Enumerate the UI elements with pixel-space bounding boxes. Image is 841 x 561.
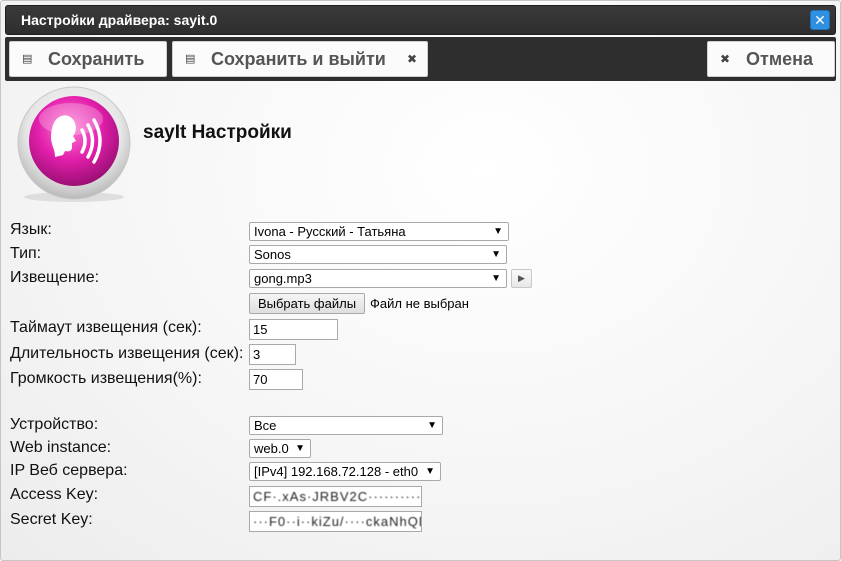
save-and-exit-button-label: Сохранить и выйти [211, 49, 386, 69]
dropdown-arrow-icon: ▼ [491, 249, 501, 260]
floppy-icon: ▤ [22, 53, 33, 65]
access-key-label: Access Key: [10, 486, 99, 503]
secret-key-label: Secret Key: [10, 511, 93, 528]
announce-label: Извещение: [10, 269, 100, 286]
type-select-value: Sonos [254, 247, 291, 262]
announce-duration-input[interactable]: 3 [249, 344, 296, 365]
type-select[interactable]: Sonos ▼ [249, 245, 507, 264]
type-label: Тип: [10, 245, 42, 262]
secret-key-value: ···F0··i··kiZu/····ckaNhQDD! [253, 514, 421, 529]
web-instance-select[interactable]: web.0 ▼ [249, 439, 311, 458]
language-select[interactable]: Ivona - Русский - Татьяна ▼ [249, 222, 509, 241]
announce-select-value: gong.mp3 [254, 271, 312, 286]
announce-duration-label: Длительность извещения (сек): [10, 345, 244, 362]
cancel-button-label: Отмена [746, 49, 814, 69]
save-button[interactable]: ▤ Сохранить [9, 41, 167, 77]
toolbar: ▤ Сохранить ▤ Сохранить и выйти ✖ ✖ Отме… [5, 37, 836, 81]
dropdown-arrow-icon: ▼ [295, 443, 305, 454]
language-label: Язык: [10, 221, 52, 238]
close-icon: ✕ [814, 12, 826, 28]
cancel-button[interactable]: ✖ Отмена [707, 41, 835, 77]
web-server-ip-label: IP Веб сервера: [10, 462, 128, 479]
access-key-value: CF·.xAs·JRBV2C··········Tl!· [253, 489, 422, 504]
device-label: Устройство: [10, 416, 99, 433]
dialog-title: Настройки драйвера: sayit.0 [21, 12, 218, 28]
save-and-exit-button[interactable]: ▤ Сохранить и выйти ✖ [172, 41, 428, 77]
choose-files-button[interactable]: Выбрать файлы [249, 293, 365, 314]
dropdown-arrow-icon: ▼ [491, 273, 501, 284]
dialog-titlebar: Настройки драйвера: sayit.0 ✕ [5, 5, 836, 35]
close-icon: ✖ [720, 52, 731, 66]
access-key-input[interactable]: CF·.xAs·JRBV2C··········Tl!· [249, 486, 422, 507]
announce-volume-label: Громкость извещения(%): [10, 370, 202, 387]
secret-key-input[interactable]: ···F0··i··kiZu/····ckaNhQDD! [249, 511, 422, 532]
web-instance-select-value: web.0 [254, 441, 289, 456]
close-button[interactable]: ✕ [810, 10, 830, 30]
device-select[interactable]: Все ▼ [249, 416, 443, 435]
language-select-value: Ivona - Русский - Татьяна [254, 224, 406, 239]
announce-timeout-input[interactable]: 15 [249, 319, 338, 340]
web-server-ip-select-value: [IPv4] 192.168.72.128 - eth0 [254, 464, 419, 479]
save-button-label: Сохранить [48, 49, 145, 69]
web-server-ip-select[interactable]: [IPv4] 192.168.72.128 - eth0 ▼ [249, 462, 441, 481]
close-icon: ✖ [406, 52, 417, 66]
announce-timeout-label: Таймаут извещения (сек): [10, 319, 202, 336]
web-instance-label: Web instance: [10, 439, 112, 456]
play-icon: ▶ [518, 273, 525, 283]
driver-settings-dialog: Настройки драйвера: sayit.0 ✕ ▤ Сохранит… [0, 0, 841, 561]
floppy-icon: ▤ [185, 53, 196, 65]
file-status: Файл не выбран [370, 296, 469, 311]
device-select-value: Все [254, 418, 277, 433]
play-button[interactable]: ▶ [511, 269, 532, 288]
sayit-logo-icon [17, 86, 131, 202]
announce-volume-input[interactable]: 70 [249, 369, 303, 390]
dropdown-arrow-icon: ▼ [427, 420, 437, 431]
announce-select[interactable]: gong.mp3 ▼ [249, 269, 507, 288]
dropdown-arrow-icon: ▼ [493, 226, 503, 237]
page-title: sayIt Настройки [143, 122, 292, 143]
dropdown-arrow-icon: ▼ [425, 466, 435, 477]
